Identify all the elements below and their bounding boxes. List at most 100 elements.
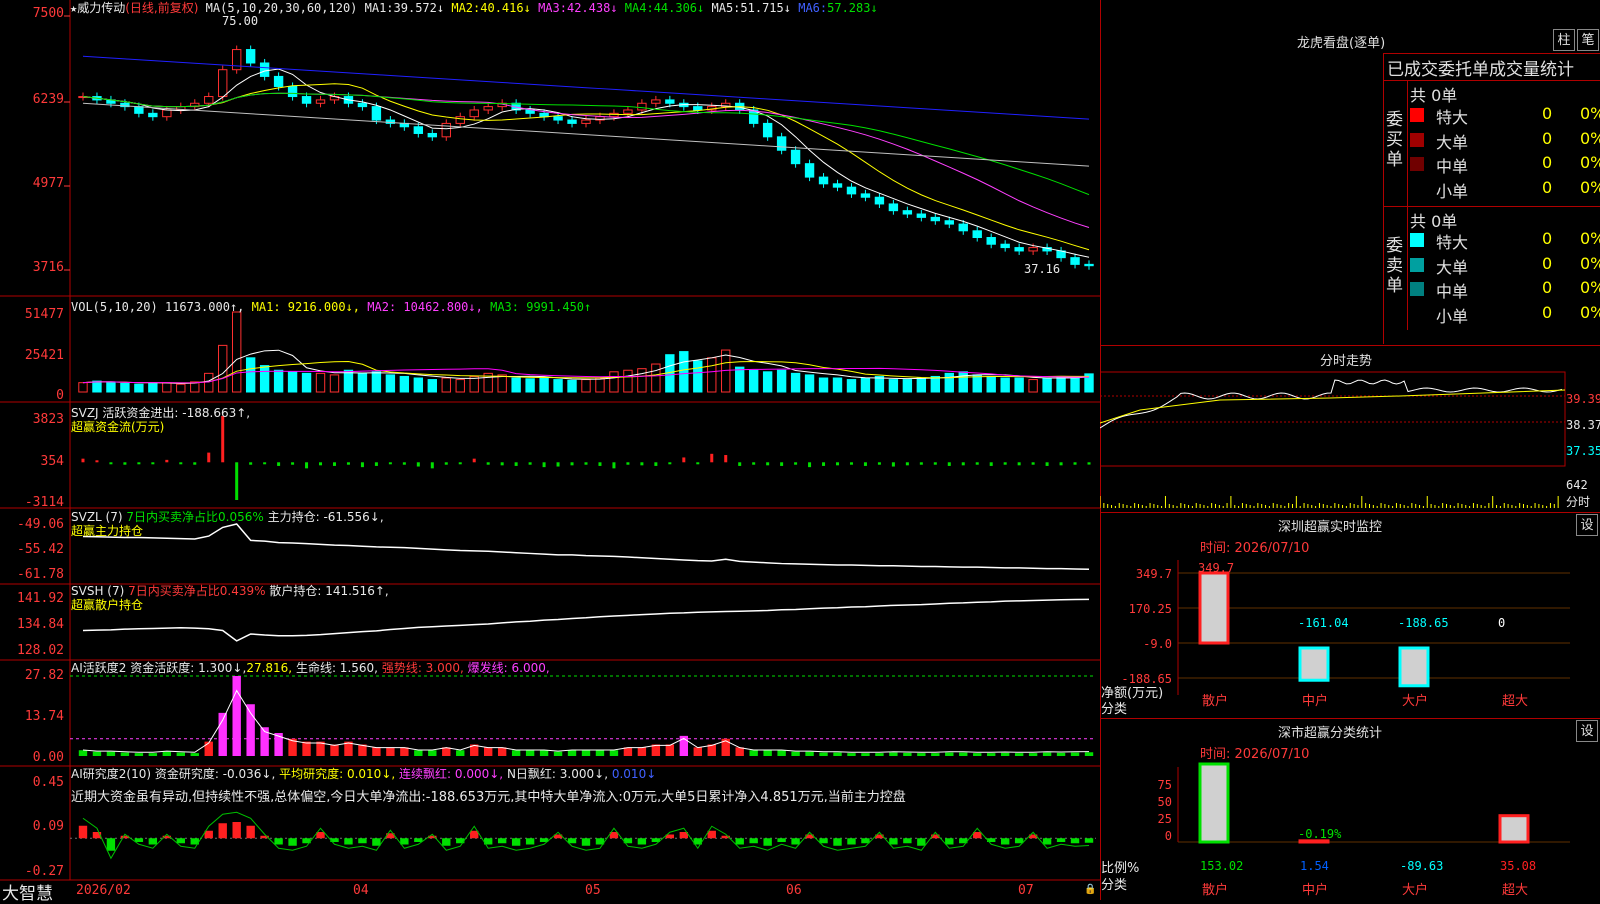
sz-bar-value: 0 (1498, 616, 1505, 630)
research-bar (1014, 838, 1024, 844)
activity-bar (525, 750, 535, 756)
fund-flow-bar (863, 462, 867, 466)
lhb-title: 龙虎看盘(逐单) (1297, 36, 1386, 51)
activity-bar (777, 750, 786, 756)
research-bar (581, 838, 591, 846)
volume-bar (245, 357, 256, 393)
sz-ytick: -9.0 (1143, 637, 1172, 651)
ai1-ytick: 27.82 (24, 668, 64, 683)
volume-bar (609, 371, 619, 393)
divider (1407, 80, 1408, 330)
main-ytick: 7500 (32, 6, 64, 21)
ai2-ytick: 0.45 (32, 775, 64, 790)
sz-settings-button[interactable]: 设 (1576, 514, 1598, 536)
svzj-title: 超赢资金流(万元) (71, 420, 165, 434)
research-bar (176, 838, 185, 844)
tick-mode-button[interactable]: 笔 (1577, 29, 1599, 51)
research-bar (1042, 838, 1052, 845)
candle (218, 69, 228, 98)
ai2-label: AI研究度2(10) (71, 767, 152, 781)
svsh-ytick: 134.84 (17, 617, 64, 632)
ai2-ytick: -0.27 (24, 864, 64, 879)
activity-bar (1070, 752, 1080, 756)
volume-bar (511, 377, 521, 393)
bar-mode-button[interactable]: 柱 (1553, 29, 1575, 51)
ma4-value: 44.306↓ (653, 1, 705, 15)
main-ytick: 6239 (32, 92, 64, 107)
candle (1028, 247, 1038, 252)
sz-bar-value: -188.65 (1398, 616, 1449, 630)
fund-flow-bar (1087, 462, 1091, 465)
fund-flow-bar (1059, 462, 1063, 466)
order-row: 大单 0 0% (1410, 254, 1600, 277)
cls-chart: 75 50 25 0 153.02 散户 1.54 中户 -89.63 大户 35.08 超大 -0.1… (1158, 762, 1570, 898)
activity-bar (959, 752, 968, 756)
fund-flow-bar (1073, 462, 1077, 465)
chart-canvas[interactable] (0, 0, 1100, 900)
low-price-label: 37.16 (1024, 262, 1061, 276)
vol-header: VOL(5,10,20) 11673.000↑, MA1: 9216.000↓,… (71, 300, 591, 314)
order-percent: 0% (1580, 128, 1600, 148)
cls-settings-button[interactable]: 设 (1576, 720, 1598, 742)
svzj-ytick: -3114 (24, 495, 64, 510)
fund-flow-bar (332, 462, 336, 466)
volume-bar (735, 366, 745, 393)
vol-ytick: 25421 (24, 348, 64, 363)
candle (972, 230, 982, 239)
research-bar (414, 838, 423, 842)
divider (1100, 345, 1600, 346)
order-count: 0 (1542, 104, 1553, 123)
fund-flow-bar (235, 462, 239, 500)
volume-bar (707, 357, 717, 393)
activity-bar (791, 751, 800, 756)
ma1-value: 39.572↓ (393, 1, 445, 15)
xaxis-label: 07 (1018, 883, 1034, 898)
candle (553, 116, 563, 121)
candle (148, 112, 158, 118)
brand-logo[interactable]: 大智慧 (2, 879, 53, 904)
volume-bar (1070, 376, 1080, 393)
candle (427, 132, 437, 138)
order-count: 0 (1542, 128, 1553, 148)
order-row: 中单 0 0% (1410, 278, 1600, 301)
xaxis-label: 06 (786, 883, 802, 898)
intraday-chart[interactable] (1100, 368, 1600, 510)
candle (204, 96, 214, 104)
candle (1014, 247, 1024, 252)
ma3-value: 42.438↓ (566, 1, 618, 15)
ma-line-5 (82, 68, 1090, 258)
candle (134, 106, 144, 114)
order-type: 特大 (1436, 233, 1469, 252)
volume-bar (623, 369, 633, 393)
activity-bar (1084, 752, 1094, 756)
activity-bar (539, 750, 549, 756)
activity-bar (553, 751, 563, 756)
research-bar (316, 832, 325, 839)
candle (818, 176, 829, 185)
volume-bar (301, 372, 312, 393)
ai2-continuous-red: 连续飘红: 0.000↓, (399, 767, 504, 781)
research-bar (707, 830, 716, 839)
research-bar (344, 838, 353, 845)
buy-orders-label: 委买单 (1386, 110, 1403, 170)
divider (1100, 718, 1600, 719)
activity-bar (400, 747, 409, 756)
fund-flow-bar (123, 462, 127, 465)
ma-line-20 (82, 92, 1090, 228)
volume-bar (567, 379, 577, 393)
intraday-title: 分时走势 (1320, 354, 1373, 369)
candle (665, 99, 675, 104)
lock-icon[interactable]: 🔒 (1084, 884, 1096, 895)
volume-bar (176, 383, 186, 393)
svzl-ytick: -55.42 (17, 542, 64, 557)
cls-bar-value: 1.54 (1300, 859, 1329, 873)
stock-name[interactable]: 威力传动 (77, 1, 125, 15)
order-type: 小单 (1436, 181, 1469, 201)
research-bar (749, 838, 758, 844)
order-count: 0 (1542, 302, 1553, 322)
volume-bar (399, 375, 410, 393)
activity-bar (1042, 752, 1052, 756)
chart-mode[interactable]: (日线,前复权) (125, 1, 198, 15)
cls-category: 中户 (1302, 882, 1328, 898)
sz-bar-value: 349.7 (1198, 561, 1234, 575)
